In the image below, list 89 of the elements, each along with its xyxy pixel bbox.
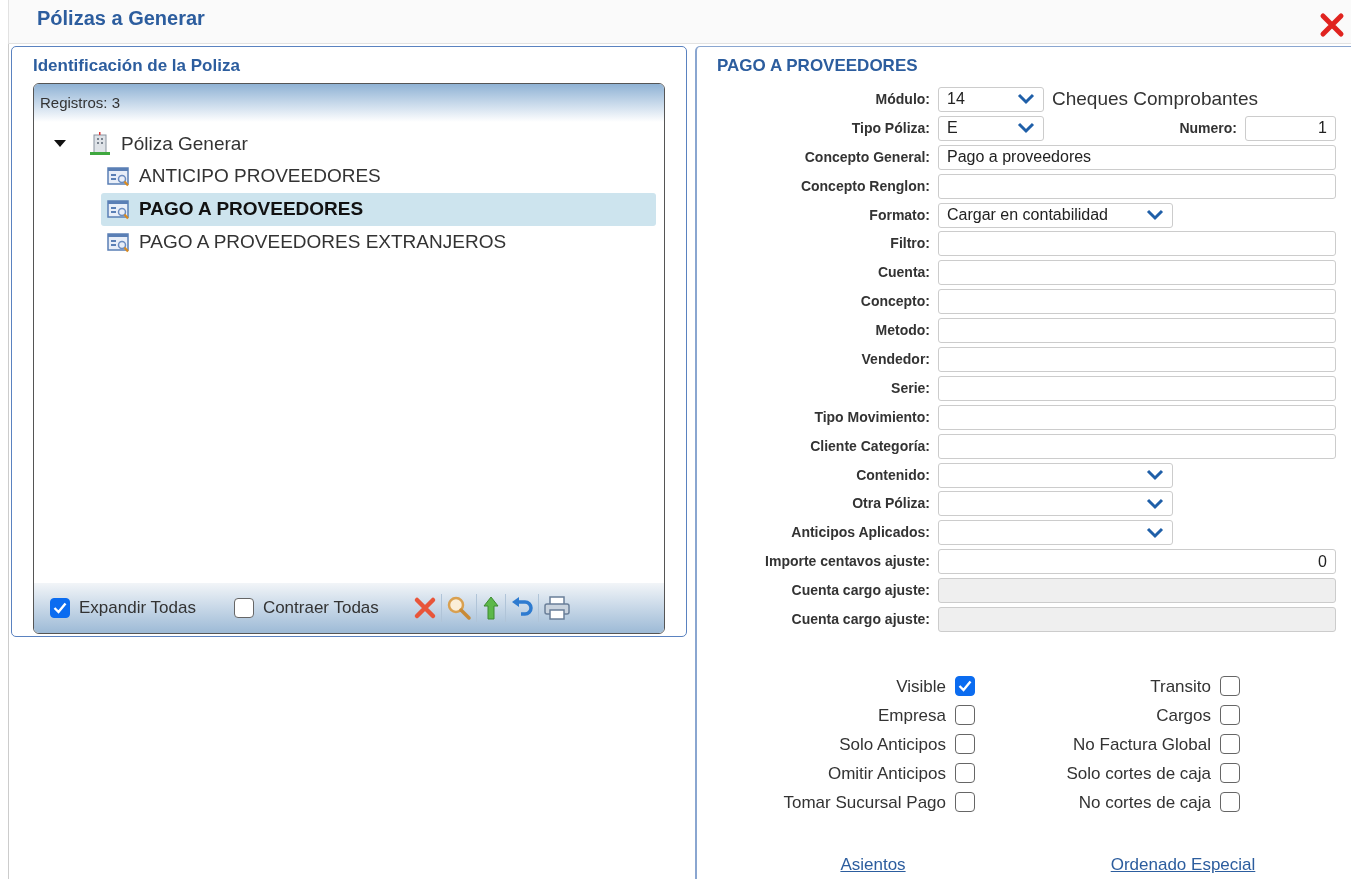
tree-item[interactable]: PAGO A PROVEEDORES [101, 193, 656, 226]
checkbox-label: Transito [1150, 675, 1211, 698]
checkbox-label: Visible [896, 675, 946, 698]
field-label: Cuenta: [876, 263, 931, 283]
printer-icon[interactable] [542, 595, 571, 621]
building-icon [89, 132, 111, 156]
checkbox[interactable] [955, 763, 975, 784]
chevron-down-icon [1017, 93, 1035, 106]
module-name: Cheques Comprobantes [1052, 87, 1258, 112]
close-icon[interactable] [1319, 12, 1345, 38]
panel-title: Identificación de la Poliza [33, 55, 241, 77]
text-field[interactable] [938, 375, 1336, 401]
checkbox[interactable] [1220, 676, 1240, 697]
chevron-down-icon [1017, 122, 1035, 135]
tree-item[interactable]: ANTICIPO PROVEEDORES [101, 160, 656, 193]
field-label: Contenido: [855, 465, 931, 485]
checkbox[interactable] [955, 734, 975, 755]
checkbox-label: No cortes de caja [1078, 791, 1211, 814]
field-label: Vendedor: [860, 349, 931, 369]
tree-item[interactable]: PAGO A PROVEEDORES EXTRANJEROS [101, 226, 656, 259]
delete-icon[interactable] [412, 596, 437, 620]
chevron-down-icon [1146, 469, 1164, 481]
checkbox-label: Omitir Anticipos [827, 762, 946, 785]
field-label: Numero: [1179, 118, 1237, 138]
field-label: Tipo Movimiento: [813, 407, 931, 427]
field-label: Anticipos Aplicados: [790, 523, 931, 543]
tree-root-label[interactable]: Póliza Generar [121, 129, 248, 159]
dropdown-field[interactable] [938, 520, 1173, 546]
checkbox-label: Solo cortes de caja [1066, 762, 1211, 785]
field-label: Otra Póliza: [851, 494, 931, 514]
field-label: Cuenta cargo ajuste: [790, 609, 931, 629]
number-field[interactable]: 0 [938, 549, 1336, 575]
search-icon[interactable] [445, 595, 472, 621]
text-field[interactable] [938, 289, 1336, 315]
field-label: Módulo: [874, 89, 931, 109]
text-field[interactable] [938, 173, 1336, 199]
checkbox[interactable] [1220, 792, 1240, 813]
checkbox-label: Expandir Todas [79, 597, 196, 620]
chevron-down-icon [1146, 526, 1164, 539]
checkbox[interactable] [955, 705, 975, 726]
dropdown-field[interactable]: E [938, 115, 1044, 141]
checkbox-label: Tomar Sucursal Pago [783, 791, 946, 814]
form-document-icon [107, 165, 131, 188]
chevron-down-icon [1146, 209, 1164, 221]
checkbox[interactable] [50, 598, 70, 618]
checkbox-label: Contraer Todas [262, 597, 379, 620]
chevron-down-icon [1146, 497, 1164, 510]
checkbox[interactable] [233, 598, 254, 618]
field-label: Tipo Póliza: [850, 118, 931, 138]
field-label: Cuenta cargo ajuste: [790, 581, 931, 601]
field-label: Serie: [890, 378, 931, 398]
text-field[interactable] [938, 318, 1336, 344]
field-label: Formato: [868, 205, 931, 225]
checkbox-label: No Factura Global [1073, 733, 1211, 756]
text-field[interactable]: Pago a proveedores [938, 144, 1336, 170]
checkbox-label: Solo Anticipos [839, 733, 946, 756]
form-document-icon [107, 198, 131, 221]
checkbox[interactable] [1220, 734, 1240, 755]
checkbox-label: Empresa [877, 704, 946, 727]
field-label: Importe centavos ajuste: [764, 552, 931, 572]
field-label: Metodo: [874, 321, 931, 341]
number-field[interactable]: 1 [1245, 115, 1336, 141]
dropdown-field[interactable]: 14 [938, 86, 1044, 112]
up-arrow-icon[interactable] [480, 595, 501, 621]
checkbox[interactable] [955, 792, 975, 813]
link[interactable]: Asientos [840, 851, 906, 878]
field-label: Filtro: [889, 234, 931, 254]
text-field[interactable] [938, 231, 1336, 257]
field-label: Concepto: [859, 292, 931, 312]
field-label: Concepto Renglon: [799, 176, 931, 196]
checkbox[interactable] [955, 676, 975, 697]
dropdown-field[interactable]: Cargar en contabilidad [938, 202, 1173, 228]
link[interactable]: Ordenado Especial [1110, 851, 1256, 878]
checkbox-label: Cargos [1156, 704, 1211, 727]
field-label: Cliente Categoría: [809, 436, 931, 456]
text-field[interactable] [938, 404, 1336, 430]
checkbox[interactable] [1220, 763, 1240, 784]
expand-triangle-icon[interactable] [54, 140, 66, 148]
text-field[interactable] [938, 346, 1336, 372]
panel-title: PAGO A PROVEEDORES [717, 55, 919, 77]
dropdown-field[interactable] [938, 491, 1173, 517]
text-field[interactable] [938, 260, 1336, 286]
checkbox[interactable] [1220, 705, 1240, 726]
field-label: Concepto General: [803, 147, 931, 167]
record-count: Registros: 3 [40, 92, 121, 113]
text-field[interactable] [938, 433, 1336, 459]
form-document-icon [107, 231, 131, 254]
window-title: Pólizas a Generar [37, 8, 205, 28]
dropdown-field[interactable] [938, 462, 1173, 488]
